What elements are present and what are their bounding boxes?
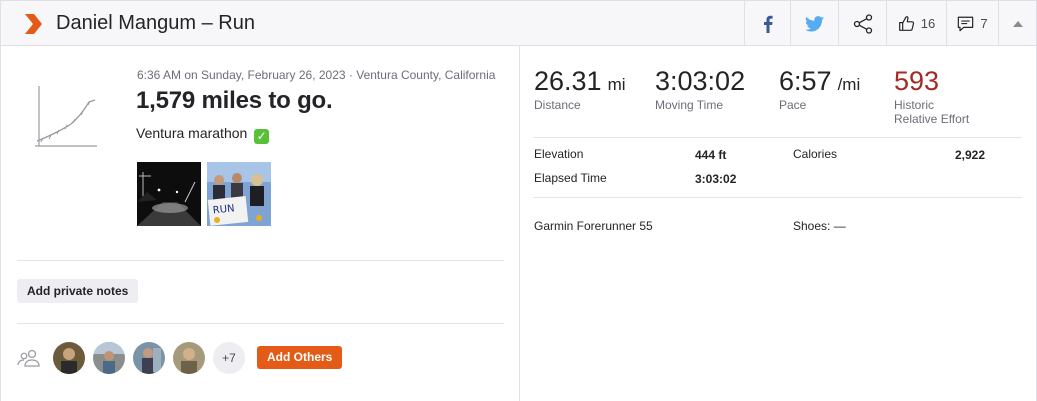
elapsed-time-value: 3:03:02: [695, 172, 737, 186]
stat-relative-effort[interactable]: 593 Historic Relative Effort: [894, 66, 969, 126]
stats-divider: [533, 197, 1022, 198]
share-button[interactable]: [838, 1, 886, 46]
distance-value: 26.31: [534, 66, 602, 96]
add-private-notes-button[interactable]: Add private notes: [17, 279, 139, 303]
elapsed-time-label: Elapsed Time: [534, 171, 607, 185]
activity-description: Ventura marathon ✓: [136, 125, 270, 144]
elevation-label: Elevation: [534, 147, 584, 161]
activity-stats-panel: 26.31 mi Distance 3:03:02 Moving Time 6:5…: [521, 46, 1036, 401]
comments-button[interactable]: 7: [946, 1, 998, 46]
activity-photo-road-night[interactable]: [137, 162, 201, 226]
avatar-image: [133, 342, 165, 374]
avatar-image: [53, 342, 85, 374]
twitter-share-button[interactable]: [790, 1, 838, 46]
group-photo-image: RUN: [207, 162, 271, 226]
calories-value: 2,922: [955, 148, 986, 162]
thumbs-up-icon: [898, 16, 914, 31]
stat-pace: 6:57/mi Pace: [779, 66, 860, 112]
pace-value: 6:57: [779, 66, 832, 96]
participant-avatar[interactable]: [53, 342, 85, 374]
relative-effort-label-line1: Historic: [894, 98, 935, 112]
section-divider: [17, 323, 504, 324]
section-divider: [17, 260, 504, 261]
activity-datetime-location: 6:36 AM on Sunday, February 26, 2023 · V…: [137, 68, 496, 82]
add-others-button[interactable]: Add Others: [257, 346, 343, 369]
stat-moving-time: 3:03:02 Moving Time: [655, 66, 745, 112]
stats-divider: [533, 137, 1022, 138]
participant-avatar[interactable]: [133, 342, 165, 374]
share-icon: [853, 13, 872, 34]
participant-avatar[interactable]: [93, 342, 125, 374]
shoes-info: Shoes: —: [793, 219, 846, 233]
facebook-icon: [763, 15, 773, 33]
svg-text:RUN: RUN: [212, 203, 235, 216]
kudos-button[interactable]: 16: [886, 1, 946, 46]
distance-unit: mi: [607, 75, 626, 94]
activity-photo-finish-group[interactable]: RUN: [207, 162, 271, 226]
stat-distance: 26.31 mi Distance: [534, 66, 626, 112]
kudos-count: 16: [920, 16, 936, 31]
activity-summary-panel: 6:36 AM on Sunday, February 26, 2023 · V…: [1, 46, 520, 401]
caret-up-icon: [1012, 20, 1023, 27]
collapse-button[interactable]: [998, 1, 1036, 46]
comment-icon: [958, 16, 974, 31]
relative-effort-label-line2: Relative Effort: [894, 112, 970, 126]
description-text: Ventura marathon: [136, 125, 248, 141]
elevation-value: 444 ft: [695, 148, 727, 162]
pace-label: Pace: [779, 98, 807, 112]
relative-effort-value: 593: [894, 66, 940, 96]
comments-count: 7: [980, 16, 988, 31]
device-name: Garmin Forerunner 55: [534, 219, 653, 233]
check-mark-emoji-icon: ✓: [254, 129, 270, 144]
group-people-icon: [17, 349, 40, 367]
sport-type-chevron-icon: [25, 14, 42, 34]
activity-title: 1,579 miles to go.: [136, 87, 333, 114]
avatar-image: [93, 342, 125, 374]
progress-trend-chart-icon: [35, 86, 97, 147]
facebook-share-button[interactable]: [744, 1, 790, 46]
twitter-icon: [805, 15, 824, 32]
pace-unit: /mi: [837, 75, 861, 94]
more-participants-count[interactable]: +7: [213, 342, 245, 374]
moving-time-label: Moving Time: [655, 98, 724, 112]
activity-header: Daniel Mangum – Run 16 7: [1, 0, 1036, 46]
moving-time-value: 3:03:02: [655, 66, 746, 96]
avatar-image: [173, 342, 205, 374]
calories-label: Calories: [793, 147, 838, 161]
activity-page: Daniel Mangum – Run 16 7 6:36 AM on Sund…: [0, 0, 1037, 401]
participant-avatar[interactable]: [173, 342, 205, 374]
header-title: Daniel Mangum – Run: [56, 12, 255, 34]
distance-label: Distance: [534, 98, 581, 112]
night-road-image: [137, 162, 201, 226]
